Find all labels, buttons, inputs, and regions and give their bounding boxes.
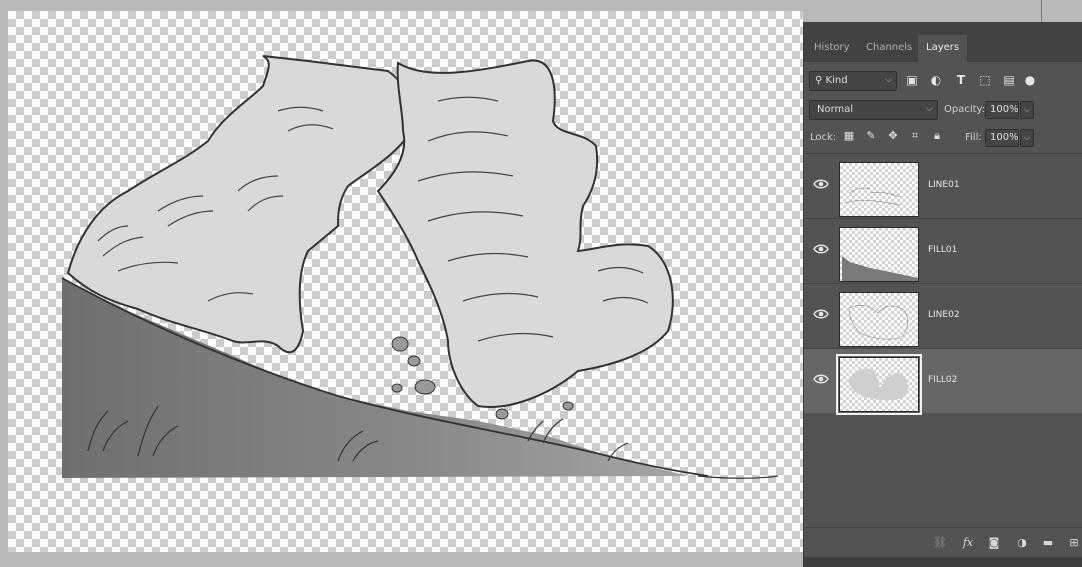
tab-layers[interactable]: Layers	[918, 35, 968, 62]
layers-list: LINE01 FILL01 LINE02 FILL02	[804, 153, 1082, 415]
filter-toggle-icon[interactable]: ●	[1022, 72, 1038, 88]
new-group-icon[interactable]: ▬	[1040, 536, 1056, 550]
visibility-eye-icon[interactable]	[813, 178, 829, 190]
visibility-eye-icon[interactable]	[813, 373, 829, 385]
chevron-down-icon: ⌵	[885, 75, 892, 85]
panel-bottom-strip	[804, 557, 1082, 567]
chevron-down-icon: ⌵	[926, 104, 933, 114]
opacity-label: Opacity:	[944, 104, 986, 115]
canvas-area[interactable]	[0, 0, 806, 567]
blend-mode-select[interactable]: Normal ⌵	[809, 100, 938, 120]
search-icon: ⚲	[815, 75, 823, 86]
fx-icon[interactable]: fx	[960, 536, 976, 550]
layers-panel-group: History Channels Layers ⚲ Kind ⌵ ▣ ◐ T ⬚…	[803, 22, 1082, 567]
layer-row-line02[interactable]: LINE02	[804, 283, 1082, 348]
visibility-eye-icon[interactable]	[813, 243, 829, 255]
lock-all-icon[interactable]: 🔒︎	[930, 129, 944, 143]
adjustment-filter-icon[interactable]: ◐	[928, 72, 944, 88]
tab-history[interactable]: History	[806, 35, 858, 62]
layers-bottom-toolbar: ⛓ fx ◙ ◑ ▬ ⊞	[804, 527, 1082, 557]
blend-mode-value: Normal	[817, 104, 854, 115]
fill-input[interactable]: 100%	[985, 129, 1019, 147]
kind-filter-label: Kind	[825, 75, 848, 86]
panel-tab-bar: History Channels Layers	[804, 22, 1082, 62]
lock-artboard-icon[interactable]: ⌗	[908, 129, 922, 143]
image-filter-icon[interactable]: ▣	[904, 72, 920, 88]
layer-row-fill01[interactable]: FILL01	[804, 218, 1082, 283]
document-canvas[interactable]	[8, 11, 806, 552]
layer-thumbnail	[836, 354, 922, 415]
lock-transparent-pixels-icon[interactable]: ▦	[842, 129, 856, 143]
opacity-dropdown[interactable]: ⌵	[1020, 101, 1034, 119]
tab-channels[interactable]: Channels	[858, 35, 920, 62]
lock-image-pixels-icon[interactable]: ✎	[864, 129, 878, 143]
new-layer-icon[interactable]: ⊞	[1066, 536, 1082, 550]
layer-name: LINE01	[928, 180, 960, 190]
smart-object-filter-icon[interactable]: ▤	[1001, 72, 1017, 88]
layer-row-fill02[interactable]: FILL02	[804, 348, 1082, 415]
fill-label: Fill:	[965, 132, 982, 143]
lock-label: Lock:	[810, 132, 837, 143]
layer-name: LINE02	[928, 310, 960, 320]
layer-row-line01[interactable]: LINE01	[804, 153, 1082, 218]
visibility-eye-icon[interactable]	[813, 308, 829, 320]
layer-name: FILL01	[928, 245, 958, 255]
lock-position-icon[interactable]: ✥	[886, 129, 900, 143]
panel-top-strip	[803, 0, 1082, 22]
layer-mask-icon[interactable]: ◙	[986, 536, 1002, 550]
link-layers-icon[interactable]: ⛓	[932, 536, 948, 550]
type-filter-icon[interactable]: T	[953, 72, 969, 88]
layer-thumbnail	[839, 292, 919, 347]
shape-filter-icon[interactable]: ⬚	[977, 72, 993, 88]
artwork	[61, 55, 779, 479]
fill-dropdown[interactable]: ⌵	[1020, 129, 1034, 147]
kind-filter-select[interactable]: ⚲ Kind ⌵	[809, 71, 897, 91]
layer-thumbnail	[839, 227, 919, 282]
layer-name: FILL02	[928, 375, 958, 385]
opacity-input[interactable]: 100%	[985, 101, 1019, 119]
adjustment-layer-icon[interactable]: ◑	[1014, 536, 1030, 550]
layer-thumbnail	[839, 162, 919, 217]
